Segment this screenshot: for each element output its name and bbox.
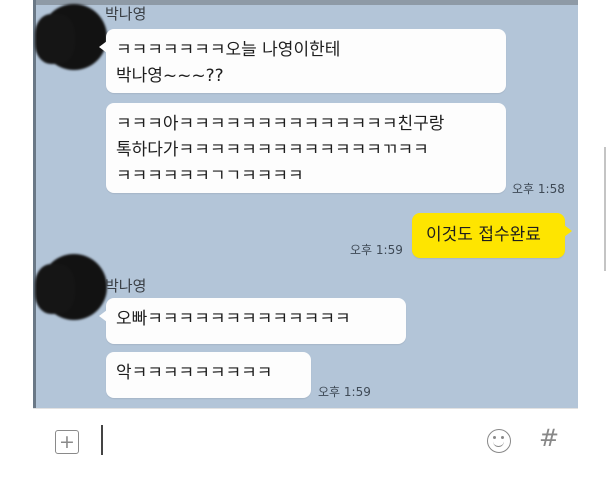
message-bubble-4[interactable]: 악ㅋㅋㅋㅋㅋㅋㅋㅋㅋ [106,352,311,398]
emoji-icon[interactable] [487,429,511,453]
left-edge [33,0,36,468]
sender-name: 박나영 [105,277,147,295]
message-bubble-2[interactable]: ㅋㅋㅋ아ㅋㅋㅋㅋㅋㅋㅋㅋㅋㅋㅋㅋㅋㅋ친구랑 톡하다가ㅋㅋㅋㅋㅋㅋㅋㅋㅋㅋㅋㅋㅋㄲ… [106,103,506,193]
message-bubble-3[interactable]: 오빠ㅋㅋㅋㅋㅋㅋㅋㅋㅋㅋㅋㅋㅋ [99,298,406,344]
plus-icon[interactable]: + [55,430,79,454]
divider-line [604,147,606,271]
avatar[interactable] [35,254,107,320]
chat-screen: 박나영 ㅋㅋㅋㅋㅋㅋㅋ오늘 나영이한테 박나영~~~?? ㅋㅋㅋ아ㅋㅋㅋㅋㅋㅋㅋ… [33,0,578,468]
hash-icon[interactable]: # [539,424,559,452]
message-input[interactable] [101,425,103,455]
message-time: 오후 1:59 [350,243,403,257]
message-time: 오후 1:59 [318,385,371,399]
message-time: 오후 1:58 [512,182,565,196]
avatar[interactable] [35,4,107,70]
message-input-bar: + # [33,408,578,469]
my-message-bubble[interactable]: 이것도 접수완료 [412,213,572,258]
sender-name: 박나영 [105,5,147,23]
bottom-margin [0,468,611,479]
message-bubble-1[interactable]: ㅋㅋㅋㅋㅋㅋㅋ오늘 나영이한테 박나영~~~?? [99,29,506,93]
